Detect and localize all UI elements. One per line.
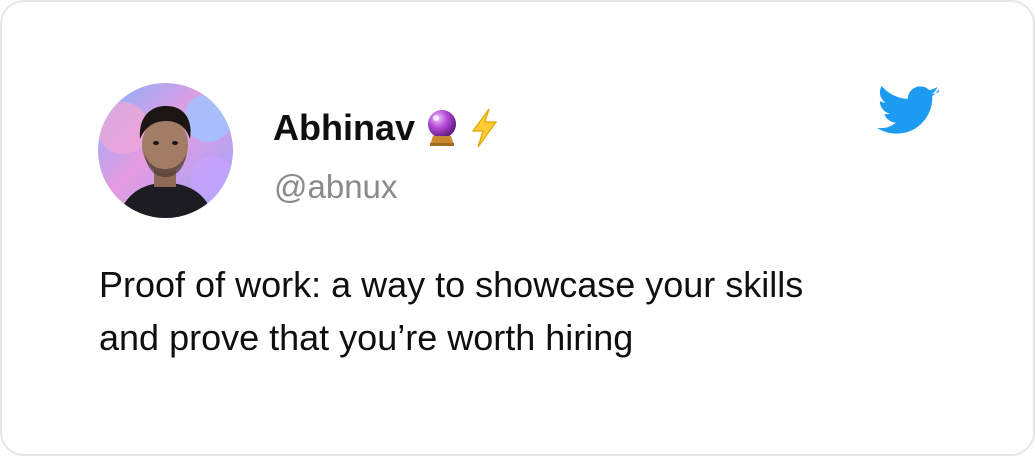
lightning-bolt-icon <box>469 108 499 148</box>
tweet-line: Proof of work: a way to showcase your sk… <box>99 264 804 305</box>
avatar[interactable] <box>98 83 233 218</box>
crystal-ball-icon <box>425 109 459 147</box>
tweet-body: Proof of work: a way to showcase your sk… <box>99 258 959 364</box>
author-handle[interactable]: @abnux <box>274 168 397 206</box>
tweet-line: and prove that you’re worth hiring <box>99 317 634 358</box>
avatar-image <box>98 83 233 218</box>
tweet-card[interactable]: Abhinav @abnux Proof of work: a way to s… <box>0 0 1035 456</box>
twitter-bird-icon[interactable] <box>877 85 940 139</box>
author-name-row[interactable]: Abhinav <box>273 103 499 153</box>
author-display-name[interactable]: Abhinav <box>273 107 415 149</box>
